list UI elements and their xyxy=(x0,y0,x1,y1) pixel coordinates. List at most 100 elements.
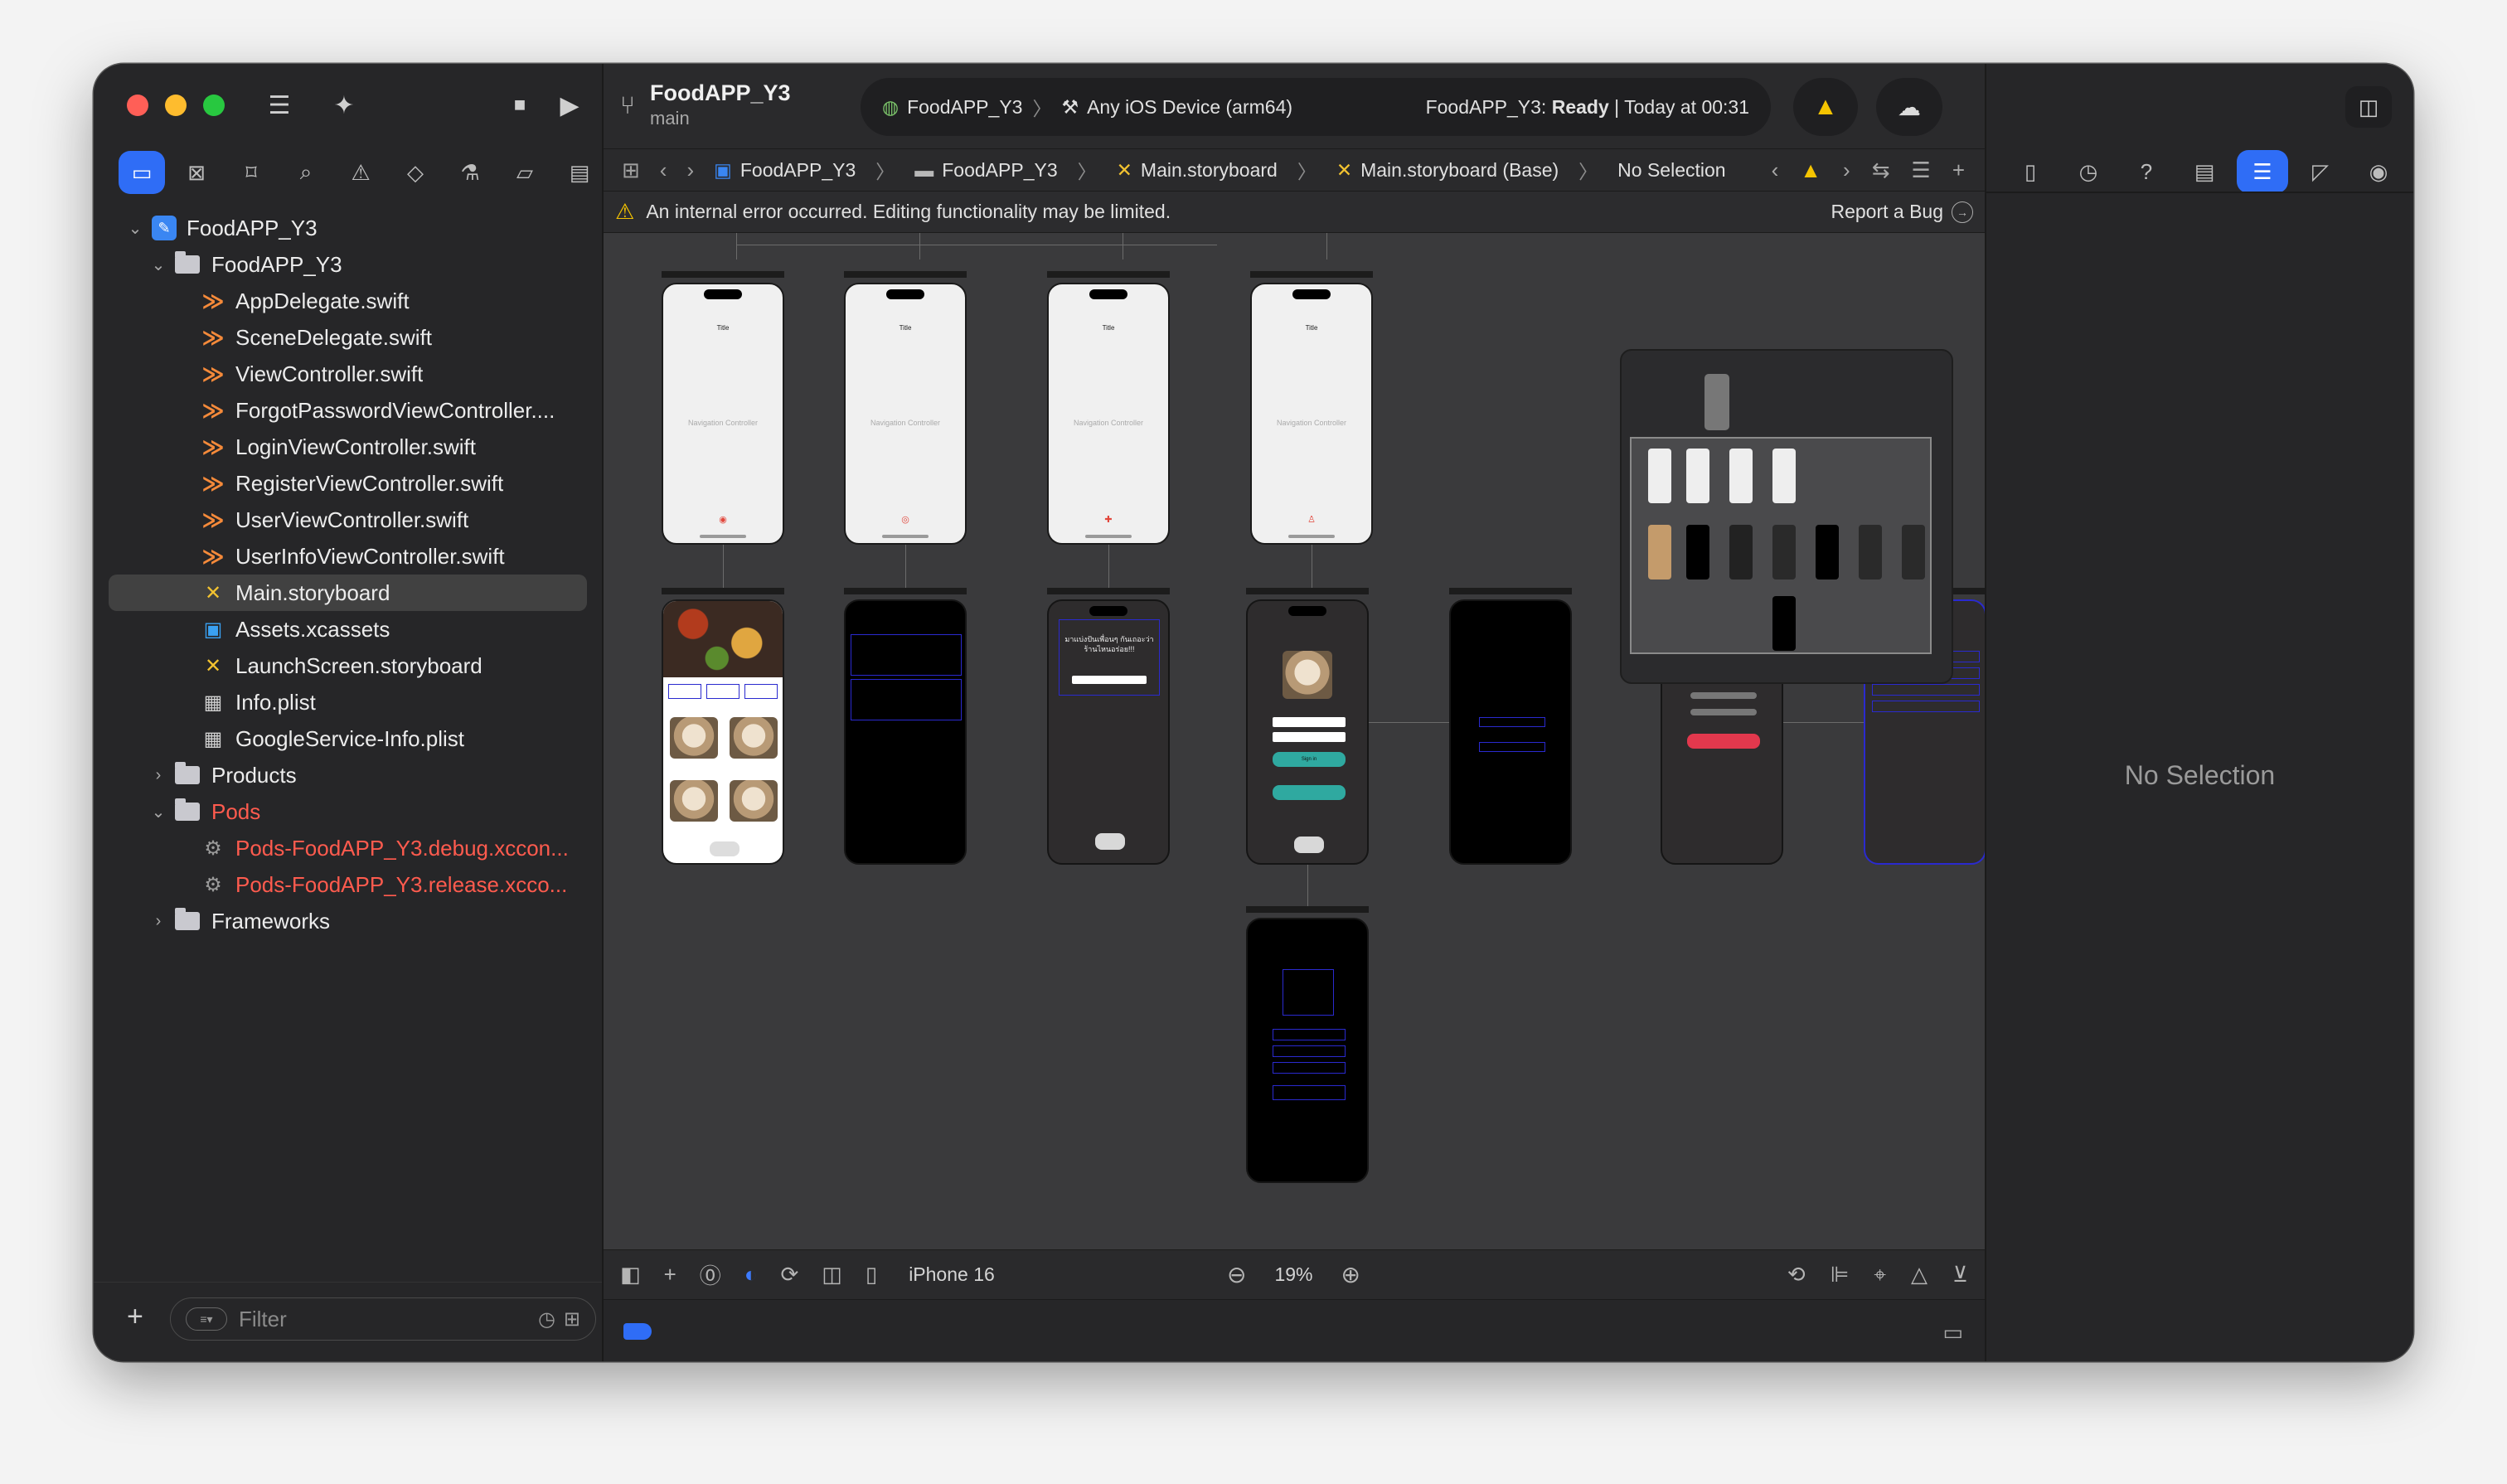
navigation-controller-scene[interactable]: Title Navigation Controller ✚ xyxy=(1047,271,1170,545)
tree-item[interactable]: ▦ GoogleService-Info.plist xyxy=(94,720,602,757)
register-scene[interactable] xyxy=(1246,906,1369,1183)
share-prompt-scene[interactable]: มาแบ่งปันเพื่อนๆ กันเถอะว่าร้านไหนอร่อย!… xyxy=(1047,588,1170,865)
device-icon[interactable]: ▯ xyxy=(866,1262,877,1288)
appearance-icon[interactable]: ◐ xyxy=(744,1262,758,1288)
size-icon[interactable]: ◸ xyxy=(2295,150,2346,193)
adjust-editor-icon[interactable]: ⇆ xyxy=(1872,158,1890,183)
warning-icon[interactable]: ▲ xyxy=(1793,78,1858,136)
tree-item[interactable]: ≫ AppDelegate.swift xyxy=(94,283,602,319)
blank-scene[interactable] xyxy=(1449,588,1572,865)
toggle-debug-area-icon[interactable]: ▭ xyxy=(1942,1320,1963,1346)
run-icon[interactable]: ▶ xyxy=(550,85,589,125)
editor-options-icon[interactable]: ☰ xyxy=(1912,158,1931,183)
recent-files-icon[interactable]: ◷ xyxy=(538,1307,555,1331)
embed-in-icon[interactable]: ⊻ xyxy=(1952,1262,1968,1288)
navigation-controller-scene[interactable]: Title Navigation Controller ♙ xyxy=(1250,271,1373,545)
zoom-window-button[interactable] xyxy=(203,95,225,116)
attributes-icon[interactable]: ☰ xyxy=(2237,150,2288,193)
identity-icon[interactable]: ▤ xyxy=(2179,150,2230,193)
file-icon[interactable]: ▯ xyxy=(2005,150,2056,193)
close-window-button[interactable] xyxy=(127,95,148,116)
previous-issue-icon[interactable]: ‹ xyxy=(1772,158,1779,183)
login-scene[interactable]: Sign in xyxy=(1246,588,1369,865)
accessibility-icon[interactable]: ⓪ xyxy=(700,1259,721,1290)
breadcrumb-item[interactable]: ▣ FoodAPP_Y3 xyxy=(714,159,856,182)
navigation-controller-scene[interactable]: Title Navigation Controller ◉ xyxy=(662,271,784,545)
tree-item[interactable]: ≫ UserViewController.swift xyxy=(94,502,602,538)
tree-item[interactable]: ✕ LaunchScreen.storyboard xyxy=(94,647,602,684)
tree-item[interactable]: ✕ Main.storyboard xyxy=(109,575,587,611)
filter-options-icon[interactable]: ≡▾ xyxy=(186,1307,227,1331)
tree-item[interactable]: ≫ ViewController.swift xyxy=(94,356,602,392)
chevron-down-icon[interactable]: ⌄ xyxy=(125,218,145,239)
toggle-navigator-icon[interactable]: ☰ xyxy=(259,85,299,125)
scheme-selector[interactable]: ◍ FoodAPP_Y3 xyxy=(882,96,1022,119)
related-items-icon[interactable]: ⊞ xyxy=(622,158,640,183)
chevron-down-icon[interactable]: ⌄ xyxy=(148,255,168,275)
tree-item[interactable]: ⚙ Pods-FoodAPP_Y3.release.xcco... xyxy=(94,866,602,903)
breakpoint-tag-icon[interactable] xyxy=(623,1323,652,1340)
document-outline-icon[interactable]: ◧ xyxy=(620,1262,641,1288)
cloud-icon[interactable]: ☁ xyxy=(1876,78,1942,136)
tree-item[interactable]: › Products xyxy=(94,757,602,793)
source-control-icon[interactable]: ⊠ xyxy=(173,151,220,194)
tree-item[interactable]: ≫ RegisterViewController.swift xyxy=(94,465,602,502)
filter-input[interactable]: ≡▾ Filter ◷ ⊞ xyxy=(170,1297,596,1341)
chevron-right-icon[interactable]: › xyxy=(148,912,168,931)
breadcrumb-item[interactable]: ✕ Main.storyboard (Base) xyxy=(1336,159,1559,182)
coding-assistant-icon[interactable]: ✦ xyxy=(324,85,364,125)
navigation-controller-scene[interactable]: Title Navigation Controller ◎ xyxy=(844,271,967,545)
tree-item[interactable]: ≫ UserInfoViewController.swift xyxy=(94,538,602,575)
resolve-layout-icon[interactable]: △ xyxy=(1911,1262,1928,1288)
zoom-out-icon[interactable]: ⊖ xyxy=(1227,1261,1246,1288)
breadcrumb-item[interactable]: ▬ FoodAPP_Y3 xyxy=(914,159,1057,182)
history-icon[interactable]: ◷ xyxy=(2063,150,2114,193)
chevron-down-icon[interactable]: ⌄ xyxy=(148,802,168,822)
tree-item[interactable]: ≫ ForgotPasswordViewController.... xyxy=(94,392,602,429)
add-editor-icon[interactable]: + xyxy=(1952,158,1965,183)
next-issue-icon[interactable]: › xyxy=(1843,158,1850,183)
test-icon[interactable]: ◇ xyxy=(392,151,439,194)
tree-item[interactable]: ▦ Info.plist xyxy=(94,684,602,720)
chevron-right-icon[interactable]: › xyxy=(148,766,168,785)
issue-warning-icon[interactable]: ▲ xyxy=(1800,158,1821,183)
device-selector[interactable]: iPhone 16 xyxy=(909,1263,995,1286)
issue-icon[interactable]: ⚠ xyxy=(337,151,384,194)
tree-item[interactable]: ▣ Assets.xcassets xyxy=(94,611,602,647)
tree-item[interactable]: ⌄ ✎ FoodAPP_Y3 xyxy=(94,210,602,246)
tree-item[interactable]: ≫ SceneDelegate.swift xyxy=(94,319,602,356)
report-bug-button[interactable]: Report a Bug → xyxy=(1831,201,1973,223)
empty-list-scene[interactable] xyxy=(844,588,967,865)
breadcrumb-item[interactable]: ✕ Main.storyboard xyxy=(1117,159,1278,182)
add-constraints-icon[interactable]: ⌖ xyxy=(1874,1262,1886,1288)
folder-icon[interactable]: ▭ xyxy=(119,151,165,194)
add-object-icon[interactable]: + xyxy=(664,1262,676,1288)
stop-icon[interactable]: ■ xyxy=(500,85,540,125)
update-frames-icon[interactable]: ⟲ xyxy=(1787,1262,1806,1288)
storyboard-canvas[interactable]: Title Navigation Controller ◉ Title Navi… xyxy=(604,233,1985,1249)
storyboard-minimap[interactable] xyxy=(1620,349,1953,684)
destination-selector[interactable]: ⚒ Any iOS Device (arm64) xyxy=(1061,96,1292,119)
zoom-in-icon[interactable]: ⊕ xyxy=(1341,1261,1360,1288)
tree-item[interactable]: ⌄ Pods xyxy=(94,793,602,830)
align-icon[interactable]: ⊫ xyxy=(1831,1262,1850,1288)
tree-item[interactable]: ⚙ Pods-FoodAPP_Y3.debug.xccon... xyxy=(94,830,602,866)
tree-item[interactable]: ≫ LoginViewController.swift xyxy=(94,429,602,465)
debug-icon[interactable]: ⚗ xyxy=(447,151,493,194)
tree-item[interactable]: › Frameworks xyxy=(94,903,602,939)
tree-item[interactable]: ⌄ FoodAPP_Y3 xyxy=(94,246,602,283)
add-file-button[interactable]: + xyxy=(127,1301,143,1333)
search-icon[interactable]: ⌕ xyxy=(283,151,329,194)
layout-icon[interactable]: ◫ xyxy=(822,1262,842,1288)
minimize-window-button[interactable] xyxy=(165,95,187,116)
breadcrumb-item[interactable]: No Selection xyxy=(1617,159,1725,182)
forward-icon[interactable]: › xyxy=(686,158,694,183)
back-icon[interactable]: ‹ xyxy=(660,158,667,183)
home-feed-scene[interactable] xyxy=(662,588,784,865)
project-title[interactable]: FoodAPP_Y3 main xyxy=(650,80,791,129)
help-icon[interactable]: ? xyxy=(2121,150,2172,193)
bookmark-icon[interactable]: ⌑ xyxy=(228,151,274,194)
toggle-inspector-icon[interactable]: ◫ xyxy=(2345,86,2392,128)
connections-icon[interactable]: ◉ xyxy=(2353,150,2404,193)
report-icon[interactable]: ▤ xyxy=(556,151,603,194)
